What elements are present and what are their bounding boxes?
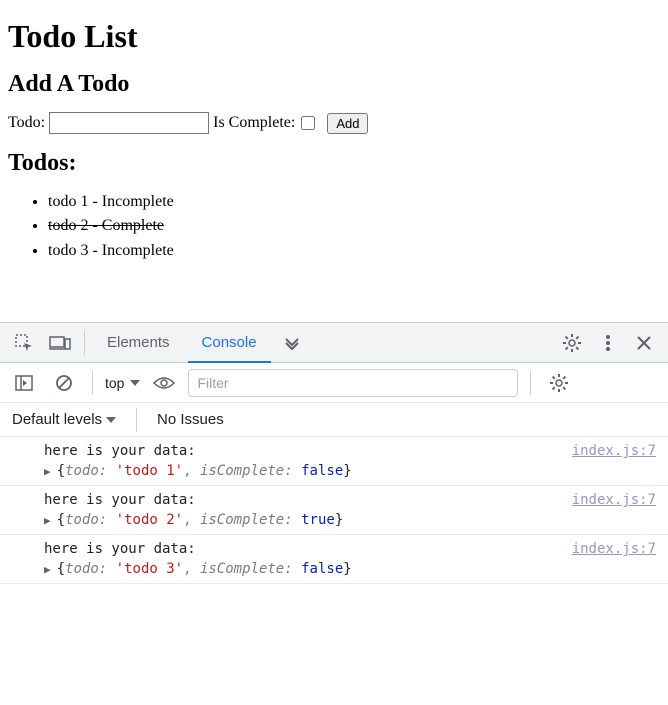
log-object[interactable]: {todo: 'todo 3', isComplete: false} — [57, 561, 352, 577]
log-levels-selector[interactable]: Default levels — [12, 411, 116, 428]
source-link[interactable]: index.js:7 — [572, 443, 656, 459]
tab-console[interactable]: Console — [188, 323, 271, 362]
log-object[interactable]: {todo: 'todo 2', isComplete: true} — [57, 512, 344, 528]
source-link[interactable]: index.js:7 — [572, 541, 656, 557]
todo-list: todo 1 - Incomplete todo 2 - Complete to… — [8, 191, 660, 262]
sidebar-toggle-icon[interactable] — [8, 367, 40, 399]
clear-console-icon[interactable] — [48, 367, 80, 399]
todos-heading: Todos: — [8, 150, 660, 177]
levels-label: Default levels — [12, 411, 102, 428]
page-title: Todo List — [8, 18, 660, 55]
more-tabs-icon[interactable] — [275, 336, 309, 350]
add-todo-heading: Add A Todo — [8, 71, 660, 98]
log-entry: here is your data: index.js:7 ▶ {todo: '… — [0, 437, 668, 486]
devtools-tab-bar: Elements Console — [0, 323, 668, 363]
log-object[interactable]: {todo: 'todo 1', isComplete: false} — [57, 463, 352, 479]
divider — [136, 408, 137, 432]
context-selector[interactable]: top — [105, 375, 140, 391]
list-item: todo 1 - Incomplete — [48, 191, 660, 213]
divider — [84, 331, 85, 355]
list-item: todo 2 - Complete — [48, 215, 660, 237]
issues-label: No Issues — [157, 411, 224, 428]
add-button[interactable]: Add — [327, 113, 368, 134]
levels-bar: Default levels No Issues — [0, 403, 668, 437]
console-log: here is your data: index.js:7 ▶ {todo: '… — [0, 437, 668, 584]
divider — [92, 371, 93, 395]
inspect-icon[interactable] — [8, 327, 40, 359]
log-entry: here is your data: index.js:7 ▶ {todo: '… — [0, 486, 668, 535]
devtools-panel: Elements Console — [0, 322, 668, 584]
log-message: here is your data: — [44, 541, 196, 557]
log-message: here is your data: — [44, 492, 196, 508]
chevron-down-icon — [130, 380, 140, 386]
todo-input[interactable] — [49, 112, 209, 134]
divider — [530, 371, 531, 395]
expand-icon[interactable]: ▶ — [44, 465, 51, 478]
is-complete-checkbox[interactable] — [301, 116, 315, 130]
gear-icon[interactable] — [543, 367, 575, 399]
gear-icon[interactable] — [556, 327, 588, 359]
log-message: here is your data: — [44, 443, 196, 459]
expand-icon[interactable]: ▶ — [44, 514, 51, 527]
filter-input[interactable] — [188, 369, 518, 397]
tab-elements[interactable]: Elements — [93, 323, 184, 362]
todo-label: Todo: — [8, 114, 45, 132]
add-todo-form: Todo: Is Complete: Add — [8, 112, 660, 134]
console-toolbar: top — [0, 363, 668, 403]
close-icon[interactable] — [628, 327, 660, 359]
log-entry: here is your data: index.js:7 ▶ {todo: '… — [0, 535, 668, 584]
context-label: top — [105, 375, 124, 391]
device-toggle-icon[interactable] — [44, 327, 76, 359]
is-complete-label: Is Complete: — [213, 114, 295, 132]
chevron-down-icon — [106, 417, 116, 423]
kebab-icon[interactable] — [592, 327, 624, 359]
expand-icon[interactable]: ▶ — [44, 563, 51, 576]
source-link[interactable]: index.js:7 — [572, 492, 656, 508]
eye-icon[interactable] — [148, 367, 180, 399]
list-item: todo 3 - Incomplete — [48, 240, 660, 262]
